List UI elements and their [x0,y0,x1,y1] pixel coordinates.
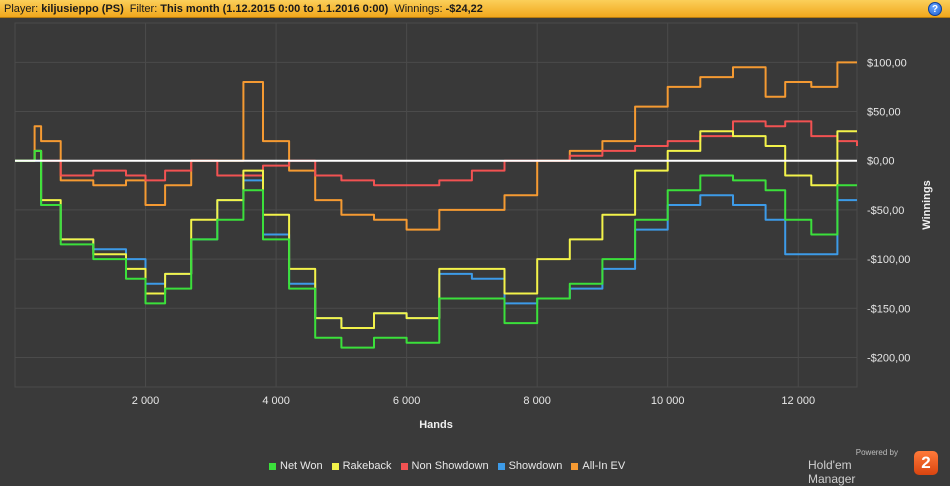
legend-item-rakeback[interactable]: Rakeback [331,460,392,472]
y-tick-label: $50,00 [867,107,901,119]
y-tick-label: $0,00 [867,156,895,168]
hem2-logo-icon: 2 [914,451,938,475]
legend-label: Net Won [280,460,323,472]
x-tick-label: 4 000 [262,395,290,407]
x-tick-label: 6 000 [393,395,421,407]
y-tick-label: -$150,00 [867,303,910,315]
legend-label: Non Showdown [411,460,489,472]
legend-label: Rakeback [342,460,392,472]
x-tick-label: 8 000 [523,395,551,407]
y-tick-label: $100,00 [867,57,907,69]
chart-legend: Net Won Rakeback Non Showdown Showdown A… [269,459,634,473]
x-tick-label: 2 000 [132,395,160,407]
legend-item-net-won[interactable]: Net Won [269,460,323,472]
powered-by-text: Powered by [855,448,898,457]
winnings-chart: $100,00 $50,00 $0,00 -$50,00 -$100,00 -$150,0… [14,22,933,431]
legend-label: Showdown [508,460,563,472]
x-tick-label: 12 000 [781,395,815,407]
legend-item-non-showdown[interactable]: Non Showdown [400,460,489,472]
legend-item-showdown[interactable]: Showdown [497,460,563,472]
legend-swatch [571,462,579,470]
x-axis-label: Hands [419,419,453,431]
legend-label: All-In EV [582,460,626,472]
branding: Powered by Hold'em Manager 2 [808,448,938,486]
y-axis-label: Winnings [921,180,933,229]
y-tick-label: -$50,00 [867,205,904,217]
legend-swatch [269,462,276,470]
y-tick-label: -$200,00 [867,352,910,364]
x-tick-label: 10 000 [651,395,685,407]
y-tick-label: -$100,00 [867,254,910,266]
product-name: Hold'em Manager [808,458,856,486]
legend-item-allin-ev[interactable]: All-In EV [571,460,625,472]
legend-swatch [400,462,408,470]
legend-swatch [497,462,505,470]
legend-swatch [331,462,339,470]
